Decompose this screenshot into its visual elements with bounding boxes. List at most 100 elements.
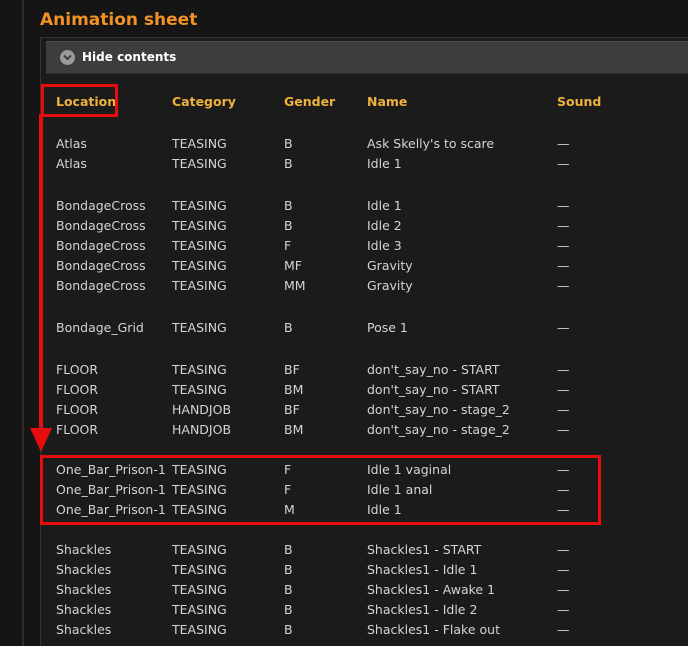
cell-sound: — xyxy=(557,422,570,437)
cell-name: Shackles1 - Idle 1 xyxy=(367,562,478,577)
cell-name: Idle 2 xyxy=(367,218,402,233)
cell-gender: B xyxy=(284,622,293,637)
cell-location: Atlas xyxy=(56,156,87,171)
cell-location: Shackles xyxy=(56,602,112,617)
cell-category: TEASING xyxy=(172,278,227,293)
cell-name: Ask Skelly's to scare xyxy=(367,136,495,151)
cell-category: TEASING xyxy=(172,198,227,213)
table-row: One_Bar_Prison-1 TEASING M Idle 1 — xyxy=(0,502,688,522)
table-row: BondageCross TEASING B Idle 2 — xyxy=(0,218,688,238)
column-header-gender: Gender xyxy=(284,94,336,109)
table-row: Bondage_Grid TEASING B Pose 1 — xyxy=(0,320,688,340)
cell-category: TEASING xyxy=(172,218,227,233)
cell-sound: — xyxy=(557,362,570,377)
cell-gender: F xyxy=(284,462,292,477)
column-header-sound: Sound xyxy=(557,94,602,109)
cell-name: don't_say_no - START xyxy=(367,382,500,397)
cell-name: Shackles1 - Idle 2 xyxy=(367,602,478,617)
cell-gender: B xyxy=(284,198,293,213)
cell-location: One_Bar_Prison-1 xyxy=(56,482,166,497)
cell-name: Pose 1 xyxy=(367,320,408,335)
cell-gender: B xyxy=(284,320,293,335)
cell-location: FLOOR xyxy=(56,382,99,397)
cell-name: Shackles1 - Flake out xyxy=(367,622,500,637)
page: Animation sheet Hide contents Location C… xyxy=(0,0,688,646)
cell-location: BondageCross xyxy=(56,198,146,213)
cell-category: TEASING xyxy=(172,362,227,377)
table-row: FLOOR TEASING BF don't_say_no - START — xyxy=(0,362,688,382)
cell-sound: — xyxy=(557,382,570,397)
cell-location: BondageCross xyxy=(56,258,146,273)
table-row: BondageCross TEASING MF Gravity — xyxy=(0,258,688,278)
cell-sound: — xyxy=(557,156,570,171)
cell-sound: — xyxy=(557,542,570,557)
cell-category: TEASING xyxy=(172,622,227,637)
table-row: Shackles TEASING B Shackles1 - START — xyxy=(0,542,688,562)
cell-gender: BM xyxy=(284,382,304,397)
cell-sound: — xyxy=(557,602,570,617)
table-row: BondageCross TEASING B Idle 1 — xyxy=(0,198,688,218)
cell-name: Gravity xyxy=(367,258,413,273)
cell-sound: — xyxy=(557,402,570,417)
cell-location: BondageCross xyxy=(56,278,146,293)
table-row: Shackles TEASING B Shackles1 - Idle 1 — xyxy=(0,562,688,582)
cell-name: Gravity xyxy=(367,278,413,293)
cell-sound: — xyxy=(557,462,570,477)
cell-name: don't_say_no - START xyxy=(367,362,500,377)
cell-category: TEASING xyxy=(172,238,227,253)
cell-gender: B xyxy=(284,582,293,597)
table-row: Shackles TEASING B Shackles1 - Idle 2 — xyxy=(0,602,688,622)
table-row: Atlas TEASING B Idle 1 — xyxy=(0,156,688,176)
cell-sound: — xyxy=(557,218,570,233)
cell-category: TEASING xyxy=(172,602,227,617)
cell-gender: BF xyxy=(284,402,300,417)
cell-category: HANDJOB xyxy=(172,422,232,437)
cell-category: HANDJOB xyxy=(172,402,232,417)
cell-category: TEASING xyxy=(172,320,227,335)
column-header-name: Name xyxy=(367,94,408,109)
chevron-down-circle-icon xyxy=(60,50,75,65)
cell-gender: F xyxy=(284,482,292,497)
cell-gender: B xyxy=(284,156,293,171)
cell-gender: MM xyxy=(284,278,306,293)
cell-category: TEASING xyxy=(172,462,227,477)
cell-sound: — xyxy=(557,278,570,293)
cell-gender: MF xyxy=(284,258,302,273)
cell-category: TEASING xyxy=(172,542,227,557)
arrow-down-icon xyxy=(30,114,52,452)
table-row: Shackles TEASING B Shackles1 - Flake out — xyxy=(0,622,688,642)
table-row: FLOOR HANDJOB BM don't_say_no - stage_2 — xyxy=(0,422,688,442)
cell-category: TEASING xyxy=(172,382,227,397)
cell-sound: — xyxy=(557,320,570,335)
cell-category: TEASING xyxy=(172,502,227,517)
cell-gender: B xyxy=(284,218,293,233)
cell-name: Idle 1 anal xyxy=(367,482,433,497)
cell-category: TEASING xyxy=(172,156,227,171)
cell-location: Bondage_Grid xyxy=(56,320,144,335)
cell-location: Shackles xyxy=(56,622,112,637)
cell-location: One_Bar_Prison-1 xyxy=(56,502,166,517)
cell-gender: F xyxy=(284,238,292,253)
hide-contents-toggle[interactable]: Hide contents xyxy=(46,41,688,74)
table-row: FLOOR TEASING BM don't_say_no - START — xyxy=(0,382,688,402)
cell-sound: — xyxy=(557,198,570,213)
cell-location: Shackles xyxy=(56,562,112,577)
column-header-category: Category xyxy=(172,94,236,109)
hide-contents-label: Hide contents xyxy=(82,50,177,64)
table-row: FLOOR HANDJOB BF don't_say_no - stage_2 — xyxy=(0,402,688,422)
cell-sound: — xyxy=(557,482,570,497)
cell-gender: B xyxy=(284,562,293,577)
table-row: One_Bar_Prison-1 TEASING F Idle 1 vaginal — xyxy=(0,462,688,482)
table-row: BondageCross TEASING F Idle 3 — xyxy=(0,238,688,258)
cell-name: Idle 1 xyxy=(367,502,402,517)
cell-category: TEASING xyxy=(172,136,227,151)
cell-location: Shackles xyxy=(56,542,112,557)
sheet-title: Animation sheet xyxy=(40,10,198,30)
cell-name: Idle 1 xyxy=(367,198,402,213)
cell-name: Idle 1 vaginal xyxy=(367,462,452,477)
cell-name: Shackles1 - Awake 1 xyxy=(367,582,496,597)
cell-category: TEASING xyxy=(172,258,227,273)
cell-gender: BM xyxy=(284,422,304,437)
cell-gender: B xyxy=(284,136,293,151)
cell-category: TEASING xyxy=(172,582,227,597)
